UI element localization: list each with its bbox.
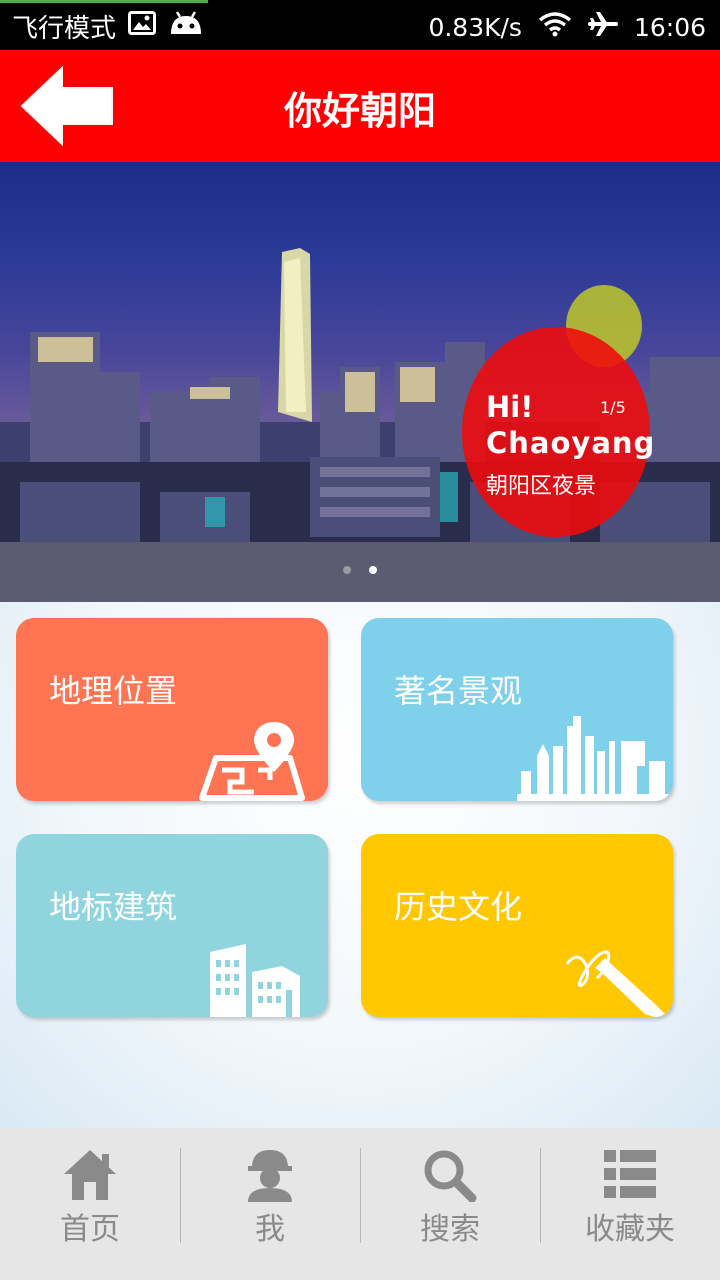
tile-scenery[interactable]: 著名景观 (361, 618, 673, 801)
buildings-icon (210, 944, 300, 1017)
user-icon (248, 1150, 292, 1202)
map-pin-icon (199, 722, 305, 801)
nav-label: 收藏夹 (585, 1212, 675, 1247)
tile-label: 地标建筑 (49, 888, 178, 926)
tile-history[interactable]: 历史文化 (361, 834, 673, 1017)
carousel-dots (0, 566, 720, 574)
nav-label: 首页 (60, 1212, 120, 1247)
search-icon (424, 1150, 477, 1202)
tile-label: 地理位置 (49, 672, 178, 710)
page-title: 你好朝阳 (283, 89, 436, 133)
tile-label: 著名景观 (394, 672, 523, 710)
tile-geography[interactable]: 地理位置 (16, 618, 328, 801)
nav-home[interactable]: 首页 (0, 1128, 180, 1280)
banner-carousel[interactable]: Hi! 1/5 Chaoyang 朝阳区夜景 (0, 162, 720, 602)
status-bar: 飞行模式 0.83K/s 16:06 (0, 0, 720, 50)
bottom-nav: 首页 我 搜索 收藏夹 (0, 1128, 720, 1280)
nav-me[interactable]: 我 (180, 1128, 360, 1280)
home-icon (64, 1150, 116, 1200)
status-speed: 0.83K/s (428, 12, 522, 42)
status-mode: 飞行模式 (12, 14, 117, 44)
wifi-icon (538, 11, 572, 43)
banner-page-indicator: 1/5 (600, 398, 626, 417)
banner-caption: 朝阳区夜景 (486, 474, 597, 499)
android-icon (168, 10, 204, 43)
brush-icon (565, 950, 665, 1017)
image-icon (128, 11, 157, 42)
airplane-icon (587, 10, 618, 44)
list-icon (604, 1150, 656, 1198)
tile-label: 历史文化 (394, 888, 523, 926)
nav-label: 我 (255, 1212, 285, 1247)
nav-favorites[interactable]: 收藏夹 (540, 1128, 720, 1280)
status-progress-line (0, 0, 208, 3)
carousel-dot[interactable] (343, 566, 351, 574)
banner-chaoyang-text: Chaoyang (486, 426, 656, 460)
banner-hi-text: Hi! (486, 390, 534, 424)
nav-label: 搜索 (420, 1212, 480, 1247)
carousel-dot-active[interactable] (369, 566, 377, 574)
tile-landmarks[interactable]: 地标建筑 (16, 834, 328, 1017)
nav-search[interactable]: 搜索 (360, 1128, 540, 1280)
category-grid: 地理位置 著名景观 地标建筑 历史文化 (0, 602, 720, 1128)
skyline-icon (517, 716, 673, 801)
status-time: 16:06 (633, 12, 706, 42)
title-bar: 你好朝阳 (0, 50, 720, 162)
